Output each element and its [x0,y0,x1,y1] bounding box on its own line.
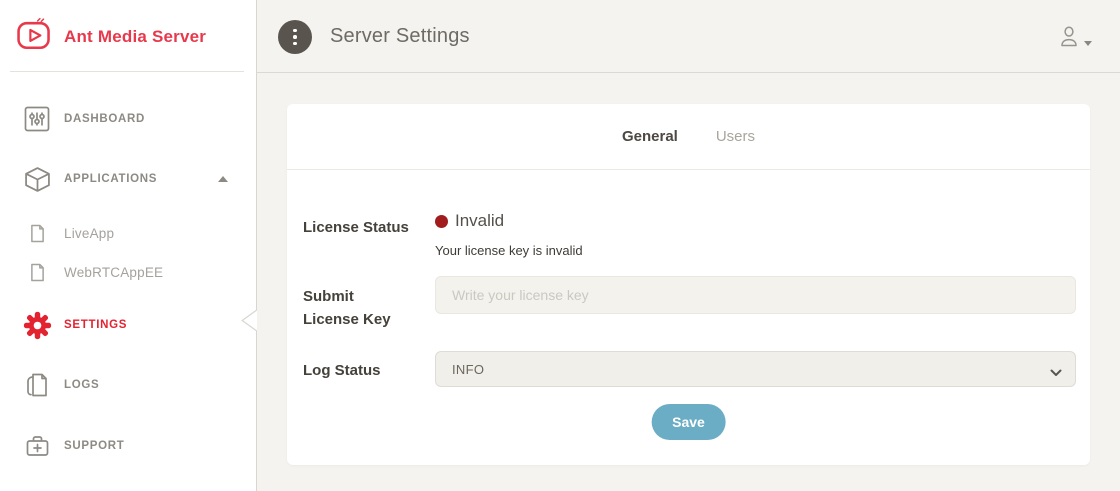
active-item-notch [239,309,257,337]
brand-logo-icon [14,15,54,60]
license-key-input[interactable] [435,276,1076,314]
sidebar-item-logs[interactable]: LOGS [22,370,242,400]
user-menu[interactable] [1058,25,1092,53]
sidebar-item-settings[interactable]: SETTINGS [22,310,242,340]
save-button[interactable]: Save [651,404,726,440]
file-icon [22,263,52,282]
main-area: Server Settings General Users License St… [257,0,1120,491]
kebab-dot [293,35,297,39]
sidebar-item-liveapp[interactable]: LiveApp [22,218,242,248]
gear-icon [22,311,52,340]
app-root: Ant Media Server DASHBOARD [0,0,1120,491]
sidebar-item-label: DASHBOARD [64,113,145,125]
log-status-label: Log Status [303,359,381,382]
sidebar-item-label: LOGS [64,379,99,391]
sidebar: Ant Media Server DASHBOARD [0,0,257,491]
topbar: Server Settings [257,0,1120,73]
invalid-status-dot-icon [435,215,448,228]
applications-icon [22,166,52,193]
brand[interactable]: Ant Media Server [14,15,206,59]
page-title: Server Settings [330,0,470,73]
brand-name: Ant Media Server [64,27,206,47]
sidebar-item-dashboard[interactable]: DASHBOARD [22,104,242,134]
sidebar-item-label: APPLICATIONS [64,173,157,185]
tab-general[interactable]: General [622,128,678,145]
license-status-value: Invalid [435,209,504,233]
sidebar-item-label: SETTINGS [64,319,127,331]
sidebar-item-label: WebRTCAppEE [64,265,163,280]
dashboard-icon [22,106,52,132]
settings-card: General Users License Status Invalid You… [287,104,1090,465]
chevron-up-icon [218,176,228,182]
tab-users[interactable]: Users [716,128,755,145]
kebab-menu-button[interactable] [278,20,312,54]
sidebar-item-label: SUPPORT [64,440,125,452]
sidebar-item-label: LiveApp [64,226,114,241]
license-status-message: Your license key is invalid [435,243,583,258]
file-icon [22,224,52,243]
log-status-select-wrap: INFO [435,351,1076,387]
support-icon [22,434,52,458]
kebab-dot [293,42,297,46]
kebab-dot [293,29,297,33]
license-status-text: Invalid [455,211,504,231]
sidebar-item-support[interactable]: SUPPORT [22,431,242,461]
sidebar-item-webrtcappee[interactable]: WebRTCAppEE [22,257,242,287]
license-status-label: License Status [303,216,409,239]
chevron-down-icon [1084,41,1092,46]
log-status-select[interactable]: INFO [435,351,1076,387]
sidebar-divider [10,71,244,72]
submit-license-key-label: Submit License Key [303,285,403,331]
logs-icon [22,372,52,398]
sidebar-item-applications[interactable]: APPLICATIONS [22,164,242,194]
user-icon [1058,25,1080,53]
tab-bar: General Users [287,104,1090,170]
